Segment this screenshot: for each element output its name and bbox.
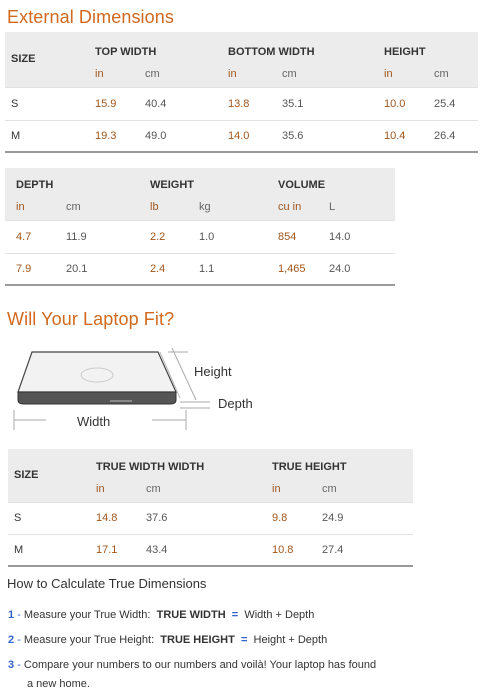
value-cell: 24.9	[322, 512, 344, 524]
value-cell: 14.0	[329, 230, 351, 243]
laptop-dimension-diagram: Height Depth Width	[10, 347, 270, 438]
unit-in: in	[16, 200, 25, 213]
unit-in: in	[96, 482, 105, 495]
value-cell: 43.4	[146, 543, 168, 556]
top-width-header: TOP WIDTH	[95, 46, 157, 58]
true-width-header: TRUE WIDTH WIDTH	[96, 461, 205, 473]
value-cell: 24.0	[329, 262, 351, 275]
laptop-fit-title: Will Your Laptop Fit?	[7, 309, 175, 329]
value-cell: 19.3	[95, 129, 117, 142]
step-formula: Width + Depth	[244, 609, 315, 621]
height-header: HEIGHT	[384, 46, 426, 58]
value-cell: 1,465	[278, 262, 306, 275]
value-cell: 35.1	[282, 97, 304, 110]
value-cell: 7.9	[16, 262, 32, 275]
value-cell: 1.0	[199, 230, 215, 243]
width-label: Width	[77, 414, 111, 429]
table-row: S 14.8 37.6 9.8 24.9	[8, 502, 413, 534]
unit-cm: cm	[434, 67, 449, 80]
true-dimensions-table: SIZE TRUE WIDTH WIDTH TRUE HEIGHT in cm …	[8, 449, 413, 567]
value-cell: 9.8	[272, 512, 288, 524]
value-cell: 2.4	[150, 262, 166, 275]
table-row: S 15.9 40.4 13.8 35.1 10.0 25.4	[5, 87, 478, 120]
value-cell: 1.1	[199, 262, 215, 275]
equals-sign: =	[240, 634, 248, 646]
size-cell: S	[14, 512, 22, 524]
size-cell: M	[14, 543, 24, 556]
size-header: SIZE	[11, 53, 36, 66]
unit-cu-in: cu in	[278, 200, 302, 213]
unit-cm: cm	[145, 67, 160, 80]
step-number: 3	[8, 659, 15, 671]
depth-label: Depth	[218, 396, 253, 411]
step-term: TRUE HEIGHT	[160, 634, 235, 646]
unit-in: in	[95, 67, 104, 80]
weight-header: WEIGHT	[150, 179, 194, 191]
value-cell: 14.0	[228, 129, 250, 142]
table-row: M 17.1 43.4 10.8 27.4	[8, 534, 413, 566]
value-cell: 10.8	[272, 543, 294, 556]
step-number: 2	[8, 634, 15, 646]
unit-lb: lb	[150, 200, 159, 213]
value-cell: 14.8	[96, 512, 118, 524]
unit-cm: cm	[146, 482, 161, 495]
unit-cm: cm	[322, 482, 337, 495]
unit-l: L	[329, 200, 336, 213]
unit-in: in	[228, 67, 237, 80]
value-cell: 25.4	[434, 97, 456, 110]
step-term: TRUE WIDTH	[156, 609, 226, 621]
value-cell: 4.7	[16, 230, 32, 243]
value-cell: 11.9	[66, 230, 87, 243]
value-cell: 10.0	[384, 97, 406, 110]
step-text: Measure your True Height:	[23, 634, 155, 646]
step-formula: Height + Depth	[253, 634, 328, 646]
value-cell: 10.4	[384, 129, 406, 142]
value-cell: 40.4	[145, 97, 167, 110]
step-3: 3 - Compare your numbers to our numbers …	[8, 656, 376, 675]
external-dimensions-title: External Dimensions	[7, 7, 174, 27]
step-number: 1	[8, 609, 15, 621]
true-height-header: TRUE HEIGHT	[272, 461, 347, 473]
value-cell: 26.4	[434, 129, 456, 142]
external-dimensions-table-1: SIZE TOP WIDTH BOTTOM WIDTH HEIGHT in cm…	[5, 32, 478, 153]
height-label: Height	[194, 364, 232, 379]
laptop-illustration	[13, 347, 210, 430]
size-cell: M	[11, 129, 21, 142]
depth-header: DEPTH	[16, 179, 54, 191]
step-dash: -	[17, 609, 21, 621]
table-row: 7.9 20.1 2.4 1.1 1,465 24.0	[5, 253, 395, 285]
size-cell: S	[11, 97, 19, 110]
table-row: M 19.3 49.0 14.0 35.6 10.4 26.4	[5, 120, 478, 152]
equals-sign: =	[231, 609, 239, 621]
value-cell: 15.9	[95, 97, 117, 110]
bottom-width-header: BOTTOM WIDTH	[228, 46, 315, 58]
volume-header: VOLUME	[278, 179, 326, 191]
step-2: 2 - Measure your True Height: TRUE HEIGH…	[8, 631, 327, 650]
value-cell: 17.1	[96, 543, 118, 556]
size-header: SIZE	[14, 469, 39, 482]
value-cell: 35.6	[282, 129, 304, 142]
value-cell: 2.2	[150, 230, 166, 243]
step-dash: -	[17, 659, 21, 671]
unit-in: in	[272, 482, 281, 495]
unit-cm: cm	[66, 200, 81, 213]
how-to-calculate-title: How to Calculate True Dimensions	[7, 576, 207, 591]
unit-kg: kg	[199, 200, 211, 213]
unit-cm: cm	[282, 67, 297, 80]
step-dash: -	[17, 634, 21, 646]
value-cell: 13.8	[228, 97, 250, 110]
table-row: 4.7 11.9 2.2 1.0 854 14.0	[5, 220, 395, 253]
value-cell: 854	[278, 230, 297, 243]
step-text: Measure your True Width:	[23, 609, 151, 621]
value-cell: 20.1	[66, 262, 88, 275]
unit-in: in	[384, 67, 393, 80]
step-3-continuation: a new home.	[27, 678, 90, 690]
external-dimensions-table-2: DEPTH WEIGHT VOLUME in cm lb kg cu in L …	[5, 168, 395, 286]
step-1: 1 - Measure your True Width: TRUE WIDTH …	[8, 606, 314, 625]
value-cell: 27.4	[322, 543, 344, 556]
value-cell: 49.0	[145, 129, 167, 142]
step-text: Compare your numbers to our numbers and …	[23, 659, 377, 671]
value-cell: 37.6	[146, 512, 168, 524]
